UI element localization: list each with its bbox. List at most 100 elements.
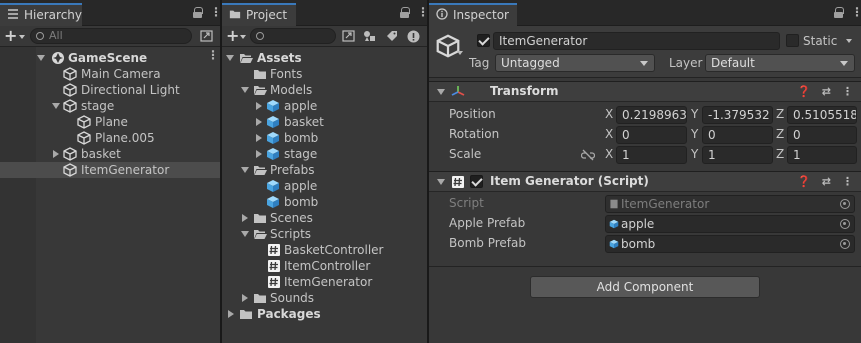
lock-icon[interactable]: [193, 7, 203, 18]
hierarchy-item-selected[interactable]: ItemGenerator: [0, 162, 220, 178]
scene-visibility-icon[interactable]: [196, 28, 216, 44]
collapse-arrow-icon[interactable]: [437, 179, 445, 185]
create-button[interactable]: +: [4, 27, 26, 45]
filter-by-type-icon[interactable]: [361, 28, 380, 44]
project-folder[interactable]: Models: [222, 82, 427, 98]
more-options-icon[interactable]: ⋮: [851, 6, 861, 18]
scale-z-input[interactable]: 1: [787, 146, 857, 164]
rotation-y-input[interactable]: 0: [702, 126, 773, 144]
gameobject-icon: [63, 147, 77, 161]
folder-icon: [229, 10, 241, 19]
gameobject-icon: [63, 163, 77, 177]
create-button[interactable]: +: [226, 27, 247, 45]
scene-menu-icon[interactable]: ⋮: [207, 49, 219, 61]
rotation-x-input[interactable]: 0: [616, 126, 687, 144]
hidden-packages-icon[interactable]: [404, 28, 423, 44]
static-dropdown-arrow-icon[interactable]: [846, 39, 852, 46]
transform-header[interactable]: Transform ❓ ⇄ ⋮: [429, 81, 861, 102]
project-folder[interactable]: Scripts: [222, 226, 427, 242]
collapse-arrow-icon[interactable]: [53, 150, 59, 158]
component-menu-icon[interactable]: ⋮: [842, 85, 853, 98]
add-component-button[interactable]: Add Component: [530, 276, 760, 298]
layer-dropdown[interactable]: Default: [705, 54, 855, 72]
apple-prefab-field[interactable]: apple: [605, 215, 855, 233]
icon-dropdown-arrow-icon[interactable]: [457, 51, 463, 58]
position-z-input[interactable]: 0.5105518: [787, 106, 857, 124]
axis-y-label[interactable]: Y: [691, 107, 698, 121]
search-icon: [36, 32, 44, 40]
csharp-script-icon: [267, 259, 281, 273]
script-component-title: Item Generator (Script): [490, 174, 649, 188]
axis-y-label[interactable]: Y: [691, 127, 698, 141]
collapse-arrow-icon[interactable]: [437, 89, 445, 95]
axis-z-label[interactable]: Z: [776, 147, 784, 161]
component-menu-icon[interactable]: ⋮: [842, 175, 853, 188]
scene-row[interactable]: GameScene ⋮: [0, 49, 220, 66]
project-script[interactable]: ItemController: [222, 258, 427, 274]
axis-z-label[interactable]: Z: [776, 127, 784, 141]
project-script[interactable]: ItemGenerator: [222, 274, 427, 290]
script-field: ItemGenerator: [605, 195, 855, 213]
scale-y-input[interactable]: 1: [702, 146, 773, 164]
hierarchy-tab[interactable]: Hierarchy: [0, 3, 82, 26]
project-model[interactable]: basket: [222, 114, 427, 130]
project-folder[interactable]: Sounds: [222, 290, 427, 306]
inspector-tab[interactable]: Inspector: [429, 3, 517, 26]
project-folder[interactable]: Fonts: [222, 66, 427, 82]
project-script[interactable]: BasketController: [222, 242, 427, 258]
expand-arrow-icon[interactable]: [52, 103, 60, 109]
lock-icon[interactable]: [400, 7, 410, 18]
layer-label: Layer: [669, 56, 703, 70]
tag-dropdown[interactable]: Untagged: [495, 54, 655, 72]
hierarchy-item[interactable]: Plane: [0, 114, 220, 130]
more-options-icon[interactable]: ⋮: [417, 6, 427, 18]
hierarchy-item[interactable]: Directional Light: [0, 82, 220, 98]
axis-y-label[interactable]: Y: [691, 147, 698, 161]
hierarchy-search-input[interactable]: All: [30, 28, 192, 44]
help-icon[interactable]: ❓: [797, 175, 811, 188]
object-picker-icon[interactable]: [840, 239, 850, 249]
bomb-prefab-field[interactable]: bomb: [605, 235, 855, 253]
lock-icon[interactable]: [834, 7, 844, 18]
active-checkbox[interactable]: [477, 34, 490, 47]
axis-z-label[interactable]: Z: [776, 107, 784, 121]
project-item-assets[interactable]: Assets: [222, 50, 427, 66]
prefab-cube-icon: [267, 196, 279, 208]
script-component-header[interactable]: Item Generator (Script) ❓ ⇄ ⋮: [429, 171, 861, 192]
more-options-icon[interactable]: ⋮: [210, 6, 220, 18]
position-x-input[interactable]: 0.2198963: [616, 106, 687, 124]
project-prefab[interactable]: apple: [222, 178, 427, 194]
script-enabled-checkbox[interactable]: [470, 175, 483, 188]
gameobject-icon: [77, 115, 91, 129]
help-icon[interactable]: ❓: [797, 85, 811, 98]
hierarchy-item[interactable]: Plane.005: [0, 130, 220, 146]
project-model[interactable]: bomb: [222, 130, 427, 146]
hierarchy-item[interactable]: stage: [0, 98, 220, 114]
object-picker-icon[interactable]: [840, 219, 850, 229]
axis-x-label[interactable]: X: [605, 127, 613, 141]
hierarchy-item[interactable]: basket: [0, 146, 220, 162]
filter-by-label-icon[interactable]: [382, 28, 401, 44]
project-item-packages[interactable]: Packages: [222, 306, 427, 322]
axis-x-label[interactable]: X: [605, 107, 613, 121]
hierarchy-item[interactable]: Main Camera: [0, 66, 220, 82]
tag-label: Tag: [469, 56, 490, 70]
scale-x-input[interactable]: 1: [616, 146, 687, 164]
project-model[interactable]: apple: [222, 98, 427, 114]
project-folder[interactable]: Scenes: [222, 210, 427, 226]
rotation-z-input[interactable]: 0: [787, 126, 857, 144]
project-folder[interactable]: Prefabs: [222, 162, 427, 178]
axis-x-label[interactable]: X: [605, 147, 613, 161]
static-checkbox[interactable]: [786, 34, 799, 47]
preset-icon[interactable]: ⇄: [822, 175, 831, 188]
object-name-input[interactable]: ItemGenerator: [493, 32, 780, 50]
project-prefab[interactable]: bomb: [222, 194, 427, 210]
position-y-input[interactable]: -1.379532: [702, 106, 773, 124]
link-icon[interactable]: [581, 149, 595, 161]
folder-open-icon: [254, 86, 267, 95]
preset-icon[interactable]: ⇄: [822, 85, 831, 98]
search-by-type-icon[interactable]: [339, 28, 358, 44]
project-model[interactable]: stage: [222, 146, 427, 162]
project-search-input[interactable]: [249, 28, 336, 44]
project-tab[interactable]: Project: [222, 3, 296, 26]
